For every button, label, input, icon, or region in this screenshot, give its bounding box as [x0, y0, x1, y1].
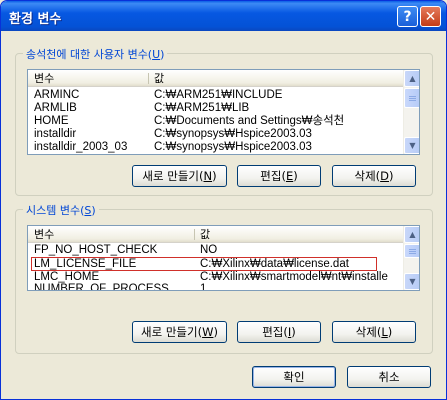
- scroll-thumb[interactable]: [404, 244, 419, 258]
- variable-value: C:₩synopsys₩Hspice2003.03: [154, 128, 312, 140]
- variable-name: NUMBER_OF_PROCESS...: [34, 283, 179, 291]
- scroll-down-button[interactable]: ▼: [404, 273, 419, 290]
- chevron-up-icon: ▲: [409, 230, 416, 239]
- variable-name: ARMLIB: [34, 102, 77, 114]
- user-variables-header: 변수 값: [28, 70, 419, 87]
- list-row[interactable]: NUMBER_OF_PROCESS... 1: [28, 283, 403, 291]
- user-variables-list[interactable]: 변수 값 ARMINC C:₩ARM251₩INCLUDE ARMLIB C:₩…: [27, 69, 420, 155]
- user-edit-button[interactable]: 편집(E): [237, 165, 321, 187]
- list-row[interactable]: FP_NO_HOST_CHECK NO: [28, 244, 403, 257]
- variable-name: FP_NO_HOST_CHECK: [34, 244, 158, 256]
- scroll-up-button[interactable]: ▲: [404, 70, 419, 87]
- list-row[interactable]: ARMLIB C:₩ARM251₩LIB: [28, 102, 403, 115]
- column-header-value[interactable]: 값: [194, 226, 403, 243]
- list-row[interactable]: ARMINC C:₩ARM251₩INCLUDE: [28, 89, 403, 102]
- system-delete-button[interactable]: 삭제(L): [332, 321, 416, 343]
- variable-value: NO: [200, 244, 218, 256]
- list-row[interactable]: installdir C:₩synopsys₩Hspice2003.03: [28, 128, 403, 141]
- variable-value: C:₩ARM251₩LIB: [154, 102, 250, 114]
- chevron-down-icon: ▼: [409, 277, 416, 286]
- variable-value: C:₩synopsys₩Hspice2003.03: [154, 141, 312, 153]
- column-header-value[interactable]: 값: [148, 70, 403, 87]
- system-variables-header: 변수 값: [28, 226, 419, 243]
- variable-value: 1: [200, 283, 207, 291]
- variable-name: installdir: [34, 128, 77, 140]
- user-delete-button[interactable]: 삭제(D): [332, 165, 416, 187]
- window-title: 환경 변수: [9, 12, 62, 27]
- variable-name: ARMINC: [34, 89, 80, 101]
- system-edit-button[interactable]: 편집(I): [237, 321, 321, 343]
- user-list-scrollbar[interactable]: ▲ ▼: [403, 70, 419, 154]
- selection-highlight-outline: [31, 257, 377, 271]
- variable-value: C:₩ARM251₩INCLUDE: [154, 89, 283, 101]
- variable-value: C:₩Documents and Settings₩송석천: [154, 115, 345, 127]
- system-variables-list[interactable]: 변수 값 FP_NO_HOST_CHECK NO LM_LICENSE_FILE…: [27, 225, 420, 291]
- user-variables-label: 송석천에 대한 사용자 변수(U): [23, 46, 168, 62]
- environment-variables-dialog: 환경 변수 ? ✕ 송석천에 대한 사용자 변수(U) 변수 값 ARMINC …: [0, 0, 447, 400]
- column-header-variable[interactable]: 변수: [28, 70, 148, 87]
- close-icon: ✕: [424, 8, 437, 25]
- system-variables-label: 시스템 변수(S): [23, 202, 99, 218]
- close-button[interactable]: ✕: [420, 6, 441, 27]
- scroll-thumb[interactable]: [404, 88, 419, 108]
- variable-name: HOME: [34, 115, 69, 127]
- chevron-down-icon: ▼: [409, 141, 416, 150]
- list-row[interactable]: HOME C:₩Documents and Settings₩송석천: [28, 115, 403, 128]
- list-row[interactable]: installdir_2003_03 C:₩synopsys₩Hspice200…: [28, 141, 403, 154]
- variable-name: installdir_2003_03: [34, 141, 128, 153]
- help-button[interactable]: ?: [397, 6, 418, 27]
- column-header-variable[interactable]: 변수: [28, 226, 194, 243]
- title-bar[interactable]: 환경 변수 ? ✕: [1, 1, 446, 31]
- ok-button[interactable]: 확인: [252, 366, 336, 388]
- system-list-scrollbar[interactable]: ▲ ▼: [403, 226, 419, 290]
- chevron-up-icon: ▲: [409, 74, 416, 83]
- scroll-up-button[interactable]: ▲: [404, 226, 419, 243]
- user-new-button[interactable]: 새로 만들기(N): [132, 165, 227, 187]
- system-new-button[interactable]: 새로 만들기(W): [132, 321, 227, 343]
- help-icon: ?: [403, 8, 412, 25]
- cancel-button[interactable]: 취소: [347, 366, 431, 388]
- scroll-down-button[interactable]: ▼: [404, 137, 419, 154]
